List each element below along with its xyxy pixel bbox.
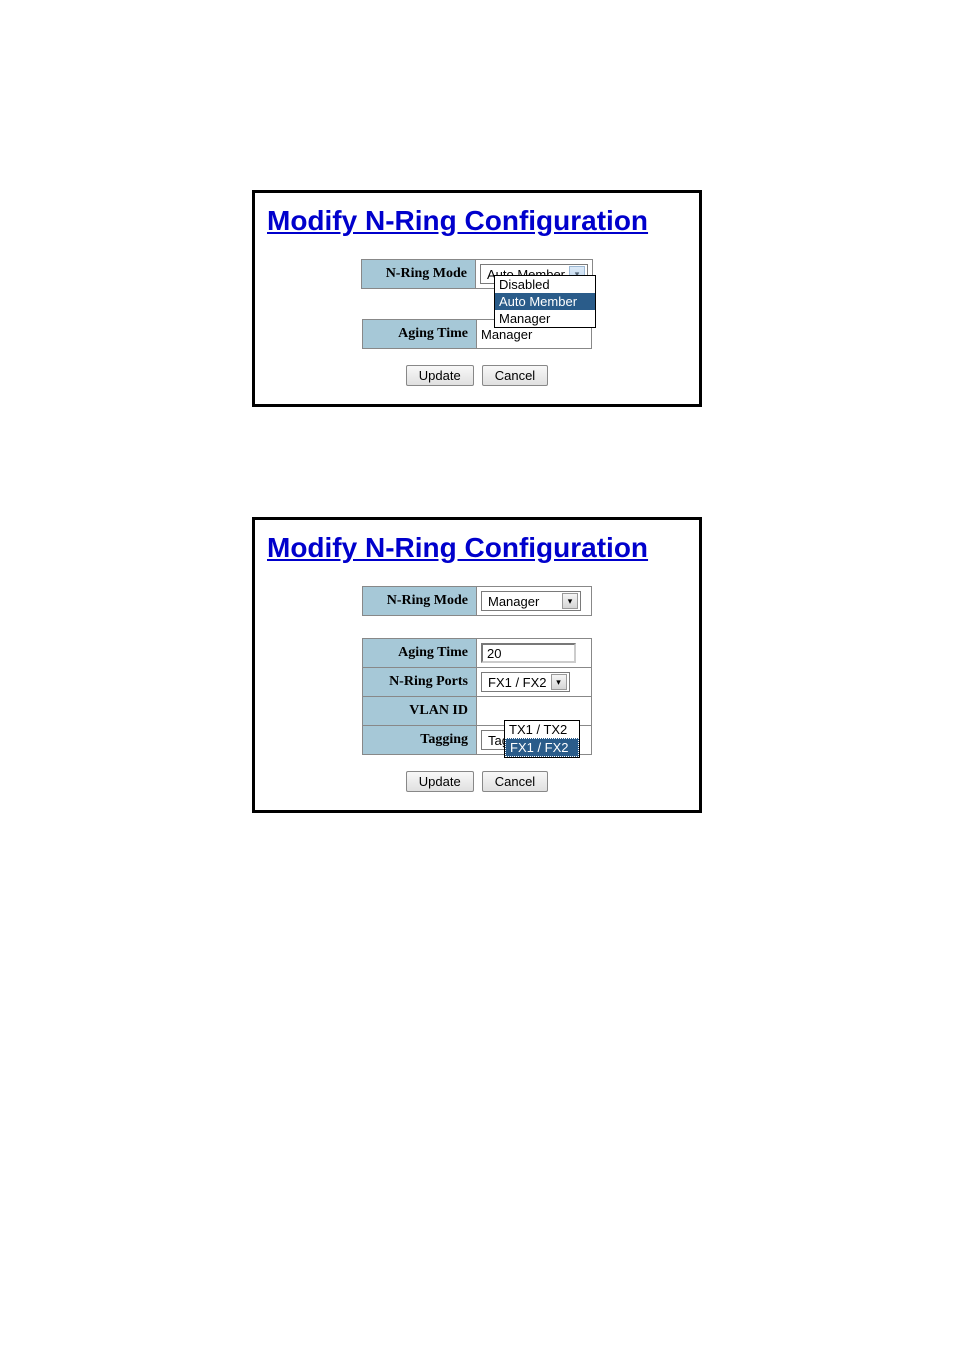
nring-ports-dropdown-list[interactable]: TX1 / TX2 FX1 / FX2 <box>504 720 580 758</box>
nring-mode-dropdown-list[interactable]: Disabled Auto Member Manager <box>494 275 596 328</box>
button-row: Update Cancel <box>406 771 548 792</box>
ports-option-fx[interactable]: FX1 / FX2 <box>505 738 579 757</box>
button-row: Update Cancel <box>406 365 548 386</box>
config-panel-2: Modify N-Ring Configuration N-Ring Mode … <box>252 517 702 813</box>
panel-title: Modify N-Ring Configuration <box>263 532 691 564</box>
label-tagging: Tagging <box>362 726 477 755</box>
label-aging-time: Aging Time <box>362 319 477 349</box>
chevron-down-icon: ▾ <box>562 593 578 609</box>
value-aging-time <box>477 638 592 668</box>
nring-mode-select[interactable]: Manager ▾ <box>481 591 581 611</box>
config-panel-1: Modify N-Ring Configuration N-Ring Mode … <box>252 190 702 407</box>
dropdown-option-auto-member[interactable]: Auto Member <box>495 293 595 310</box>
form-area: N-Ring Mode Auto Member ▾ Aging Time Man… <box>263 259 691 386</box>
update-button[interactable]: Update <box>406 771 474 792</box>
cancel-button[interactable]: Cancel <box>482 771 548 792</box>
select-value-text: FX1 / FX2 <box>484 675 551 690</box>
cancel-button[interactable]: Cancel <box>482 365 548 386</box>
value-nring-ports: FX1 / FX2 ▾ <box>477 668 592 697</box>
dropdown-option-disabled[interactable]: Disabled <box>495 276 595 293</box>
form-area: N-Ring Mode Manager ▾ Aging Time N-Ring … <box>263 586 691 792</box>
label-vlan-id: VLAN ID <box>362 697 477 726</box>
label-nring-mode: N-Ring Mode <box>362 586 477 616</box>
row-nring-ports: N-Ring Ports FX1 / FX2 ▾ <box>362 668 592 697</box>
label-aging-time: Aging Time <box>362 638 477 668</box>
panel-title: Modify N-Ring Configuration <box>263 205 691 237</box>
ports-option-tx[interactable]: TX1 / TX2 <box>505 721 579 738</box>
aging-time-input[interactable] <box>481 643 576 663</box>
chevron-down-icon: ▾ <box>551 674 567 690</box>
row-aging-time: Aging Time <box>362 638 592 668</box>
row-nring-mode: N-Ring Mode Manager ▾ <box>362 586 592 616</box>
label-nring-mode: N-Ring Mode <box>361 259 476 289</box>
nring-ports-select[interactable]: FX1 / FX2 ▾ <box>481 672 570 692</box>
dropdown-option-manager[interactable]: Manager <box>495 310 595 327</box>
select-value-text: Manager <box>484 594 543 609</box>
update-button[interactable]: Update <box>406 365 474 386</box>
value-nring-mode: Manager ▾ <box>477 586 592 616</box>
label-nring-ports: N-Ring Ports <box>362 668 477 697</box>
